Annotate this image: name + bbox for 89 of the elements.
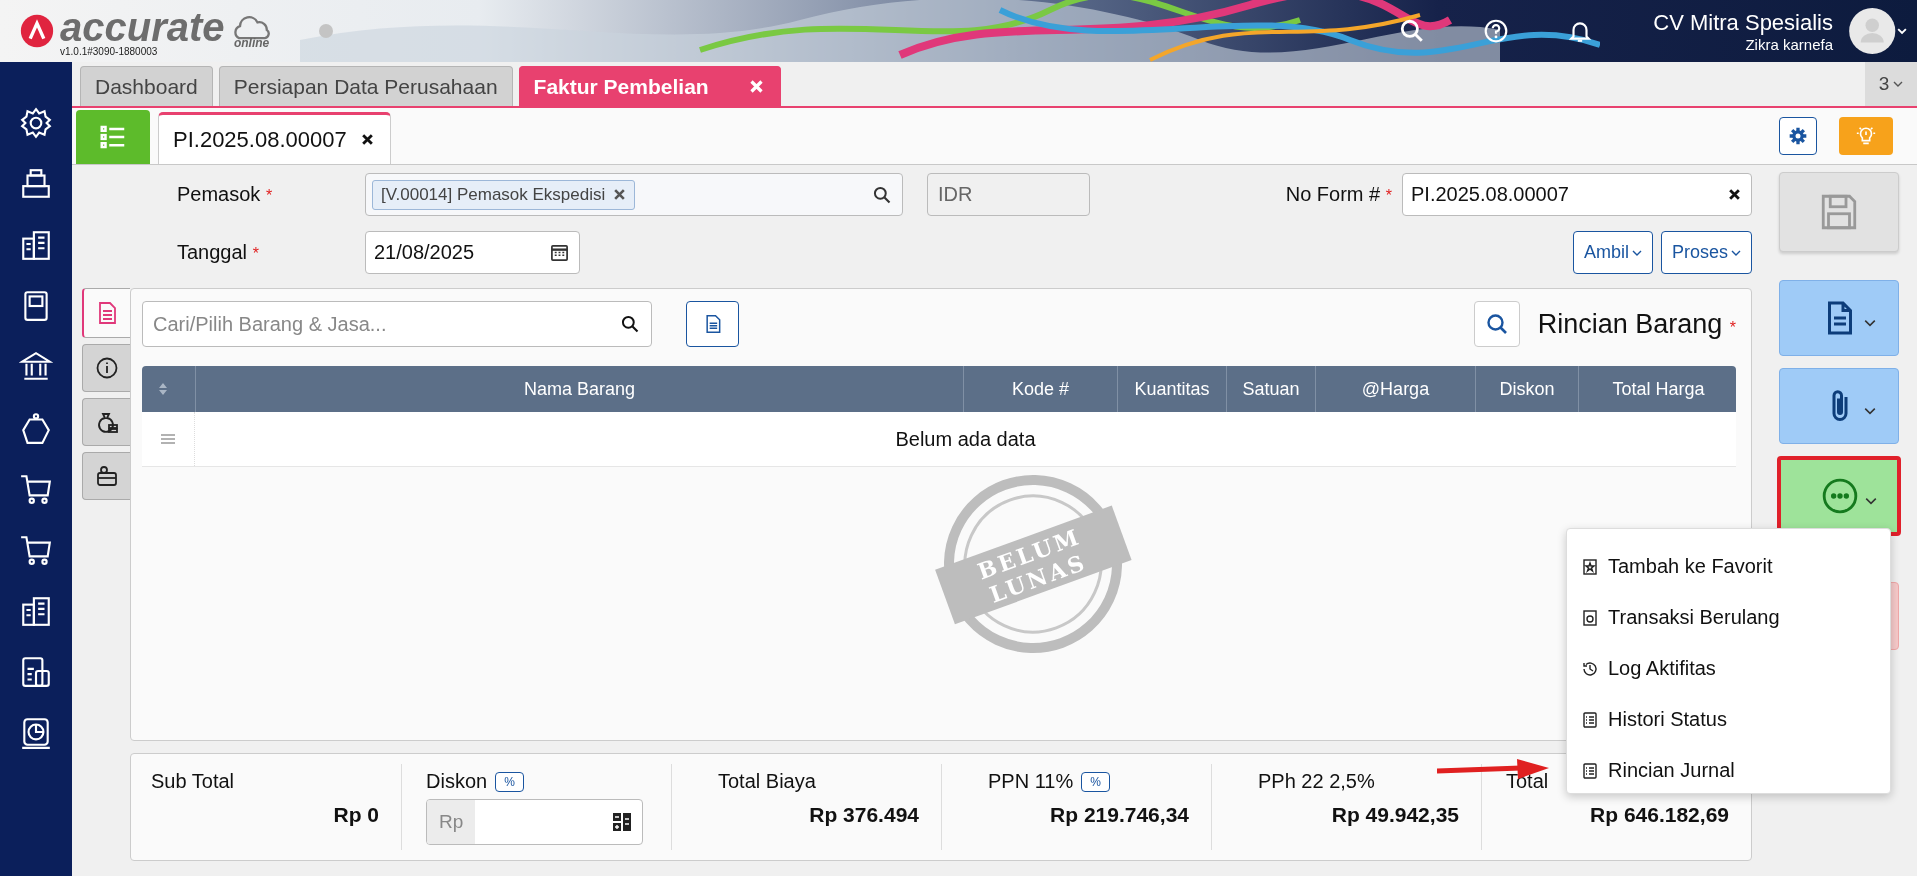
total-label: Total (1506, 770, 1549, 793)
search-icon[interactable] (872, 184, 892, 205)
caret-icon (1863, 319, 1876, 327)
calendar-icon[interactable] (550, 243, 569, 262)
tax-icon[interactable] (19, 655, 53, 689)
menu-item[interactable]: Transaksi Berulang (1567, 592, 1890, 643)
lightbulb-icon (1855, 125, 1877, 147)
dropdown-button[interactable]: Proses (1660, 231, 1752, 274)
caret-icon (1864, 497, 1877, 505)
logo-subtext: online (233, 36, 270, 50)
favorite-icon (1581, 557, 1599, 576)
chart-icon[interactable] (19, 716, 53, 750)
search-icon[interactable] (1399, 18, 1426, 44)
more-icon (1820, 477, 1859, 515)
company-name: CV Mitra Spesialis (1653, 9, 1833, 36)
total-label: PPh 22 2,5% (1258, 770, 1375, 793)
sort-icon[interactable] (158, 382, 168, 396)
info-tab[interactable] (82, 344, 130, 392)
total-value: Rp 49.942,35 (1330, 803, 1459, 827)
field-label: No Form # * (1285, 183, 1392, 206)
total-value: Rp 646.182,69 (1589, 803, 1729, 827)
empty-message: Belum ada data (895, 427, 1036, 451)
field-label: Tanggal * (177, 241, 260, 264)
version-text: v1.0.1#3090-1880003 (60, 45, 159, 57)
card-tab[interactable] (82, 452, 130, 500)
card-icon (94, 464, 119, 488)
total-value: Rp 0 (332, 803, 379, 827)
percent-toggle[interactable]: % (495, 771, 524, 792)
tab[interactable]: Persiapan Data Perusahaan (218, 66, 513, 106)
status-dot (318, 24, 333, 38)
menu-item[interactable]: Log Aktifitas (1567, 643, 1890, 694)
search-button[interactable] (1473, 301, 1520, 347)
document-button[interactable] (1778, 280, 1899, 356)
drag-handle-icon[interactable] (161, 434, 175, 444)
cart-icon[interactable] (19, 472, 53, 506)
menu-item[interactable]: Tambah ke Favorit (1567, 541, 1890, 592)
user-name: Zikra karnefa (1745, 35, 1833, 53)
gear-icon (1788, 126, 1808, 146)
document-tab[interactable]: PI.2025.08.00007 (158, 112, 391, 164)
item-search-field[interactable]: Cari/Pilih Barang & Jasa... (142, 301, 652, 347)
total-label: Total Biaya (718, 770, 816, 793)
menu-item[interactable]: Histori Status (1567, 694, 1890, 745)
help-icon[interactable] (1483, 18, 1510, 44)
currency-prefix: Rp (427, 800, 476, 844)
tab[interactable]: Faktur Pembelian (518, 66, 781, 106)
total-label: Sub Total (151, 770, 235, 793)
clear-icon[interactable] (1728, 188, 1741, 201)
search-icon[interactable] (620, 314, 640, 334)
settings-button[interactable] (1779, 117, 1817, 155)
logo-text: accurate (60, 5, 225, 48)
avatar-icon[interactable] (1849, 6, 1907, 56)
logo-icon (20, 14, 54, 48)
search-icon (1484, 312, 1509, 336)
document-tab[interactable] (82, 288, 130, 338)
field-label: Pemasok * (177, 183, 274, 206)
total-label: PPN 11% (988, 770, 1074, 793)
tab[interactable]: Dashboard (80, 66, 213, 106)
section-title: Rincian Barang * (1537, 308, 1736, 340)
caret-icon (1631, 249, 1642, 256)
calculator-icon[interactable] (612, 812, 632, 832)
percent-toggle[interactable]: % (1081, 771, 1110, 792)
document-button[interactable] (686, 301, 739, 347)
repeat-icon (1581, 608, 1599, 627)
form-number-field[interactable]: PI.2025.08.00007 (1402, 173, 1752, 216)
info-icon (94, 356, 119, 380)
date-field[interactable]: 21/08/2025 (365, 231, 580, 274)
total-value: Rp 376.494 (808, 803, 919, 827)
city-icon[interactable] (19, 594, 53, 628)
currency-field: IDR (927, 173, 1090, 216)
gear-icon[interactable] (19, 106, 53, 140)
status-icon (1581, 710, 1599, 729)
attach-button[interactable] (1778, 368, 1899, 444)
caret-icon (1731, 249, 1741, 256)
total-value: Rp 219.746,34 (1049, 803, 1189, 827)
tab-count-button[interactable]: 3 (1865, 62, 1917, 106)
supplier-field[interactable]: [V.00014] Pemasok Ekspedisi (365, 173, 903, 216)
remove-icon[interactable] (613, 188, 627, 201)
journal-icon (1581, 761, 1599, 780)
close-icon[interactable] (360, 133, 374, 146)
more-button[interactable] (1776, 456, 1901, 536)
caret-icon (1893, 81, 1904, 87)
building-icon[interactable] (19, 228, 53, 262)
dropdown-button[interactable]: Ambil (1572, 231, 1653, 274)
history-icon (1581, 659, 1599, 678)
total-label: Diskon (426, 770, 488, 793)
money-tab[interactable] (82, 398, 130, 446)
supplier-tag: [V.00014] Pemasok Ekspedisi (372, 179, 636, 210)
menu-item[interactable]: Rincian Jurnal (1567, 745, 1890, 796)
caret-icon (1863, 407, 1876, 415)
